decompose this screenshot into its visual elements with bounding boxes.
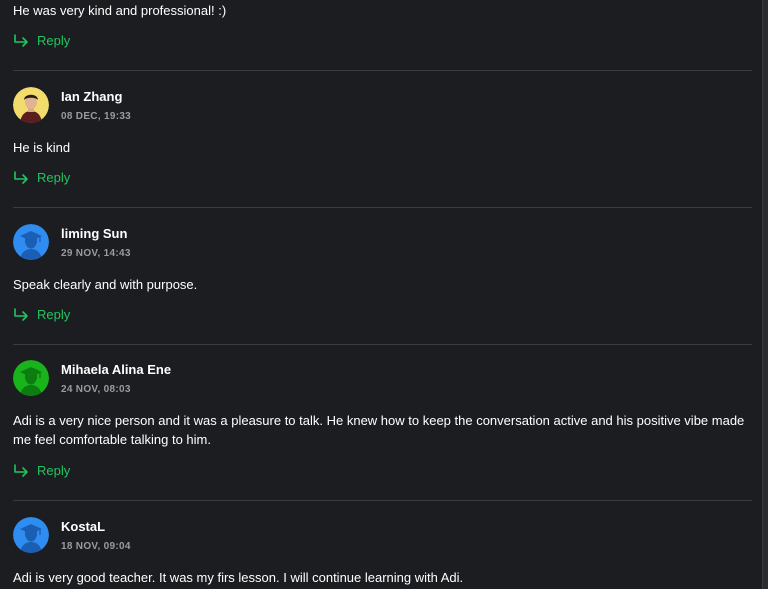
reply-button[interactable]: Reply bbox=[13, 32, 70, 50]
reply-button[interactable]: Reply bbox=[13, 306, 70, 324]
reviewer-name: Ian Zhang bbox=[61, 89, 123, 104]
reply-label: Reply bbox=[37, 33, 71, 48]
divider bbox=[13, 207, 752, 208]
user-photo-icon bbox=[13, 87, 49, 123]
graduation-cap-icon bbox=[13, 224, 49, 260]
review-text: Speak clearly and with purpose. bbox=[13, 277, 198, 292]
reply-button[interactable]: Reply bbox=[13, 462, 70, 480]
reply-label: Reply bbox=[37, 170, 71, 185]
graduation-cap-icon bbox=[13, 517, 49, 553]
divider bbox=[13, 500, 752, 501]
reply-label: Reply bbox=[37, 463, 71, 478]
review-text: He was very kind and professional! :) bbox=[13, 3, 227, 18]
review-text: Adi is a very nice person and it was a p… bbox=[13, 413, 745, 447]
reviewer-name: liming Sun bbox=[61, 226, 128, 241]
avatar[interactable] bbox=[13, 517, 49, 553]
avatar[interactable] bbox=[13, 224, 49, 260]
review-text: He is kind bbox=[13, 140, 71, 155]
reply-label: Reply bbox=[37, 307, 71, 322]
review-date: 29 NOV, 14:43 bbox=[61, 248, 131, 259]
avatar[interactable] bbox=[13, 360, 49, 396]
avatar[interactable] bbox=[13, 87, 49, 123]
reply-button[interactable]: Reply bbox=[13, 169, 70, 187]
graduation-cap-icon bbox=[13, 360, 49, 396]
reviewer-name: Mihaela Alina Ene bbox=[61, 362, 172, 377]
review-date: 08 DEC, 19:33 bbox=[61, 111, 132, 122]
reply-arrow-icon bbox=[14, 34, 28, 47]
review-date: 18 NOV, 09:04 bbox=[61, 541, 131, 552]
review-text: Adi is very good teacher. It was my firs… bbox=[13, 570, 464, 585]
divider bbox=[13, 70, 752, 71]
reply-arrow-icon bbox=[14, 464, 28, 477]
reviewer-name: KostaL bbox=[61, 519, 106, 534]
divider bbox=[13, 344, 752, 345]
reply-arrow-icon bbox=[14, 171, 28, 184]
reply-arrow-icon bbox=[14, 308, 28, 321]
scrollbar-track[interactable] bbox=[762, 0, 768, 589]
review-date: 24 NOV, 08:03 bbox=[61, 384, 131, 395]
